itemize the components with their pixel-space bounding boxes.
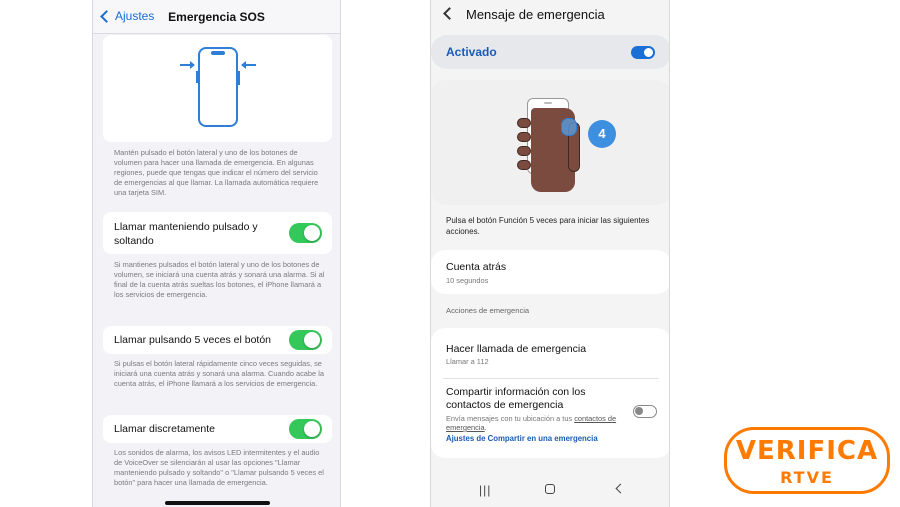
logo-line-2: RTVE: [780, 468, 834, 487]
back-icon[interactable]: [615, 483, 626, 494]
master-switch-toggle[interactable]: [631, 46, 655, 59]
share-info-title: Compartir información con los contactos …: [446, 386, 586, 411]
emergency-actions-card: Hacer llamada de emergencia Llamar a 112…: [431, 328, 669, 458]
back-arrow-icon[interactable]: [443, 7, 456, 20]
section-header: Acciones de emergencia: [446, 306, 530, 315]
home-icon[interactable]: [545, 484, 555, 494]
master-switch-label: Activado: [446, 45, 497, 59]
share-settings-link[interactable]: Ajustes de Compartir en una emergencia: [446, 434, 598, 443]
share-info-toggle[interactable]: [633, 405, 657, 418]
page-title: Mensaje de emergencia: [466, 7, 605, 22]
android-settings-panel: Mensaje de emergencia Activado 4 Pulsa e…: [430, 0, 670, 507]
arrow-left-icon: [241, 61, 256, 69]
countdown-row[interactable]: Cuenta atrás 10 segundos: [431, 250, 669, 294]
row-footnote: Si mantienes pulsados el botón lateral y…: [114, 260, 325, 299]
call-with-hold-toggle[interactable]: [289, 223, 322, 243]
emergency-call-number: Llamar a 112: [446, 357, 489, 366]
row-footnote: Los sonidos de alarma, los avisos LED in…: [114, 448, 324, 487]
verifica-rtve-logo: VERIFICA RTVE: [724, 427, 890, 494]
press-count-badge: 4: [588, 120, 616, 148]
call-with-5-presses-toggle[interactable]: [289, 330, 322, 350]
divider: [443, 378, 659, 379]
ios-navigation-bar: Ajustes Emergencia SOS: [93, 0, 340, 34]
row-call-with-5-presses[interactable]: Llamar pulsando 5 veces el botón: [103, 326, 332, 354]
row-label: Llamar pulsando 5 veces el botón: [114, 334, 272, 346]
recents-icon[interactable]: |||: [479, 483, 491, 497]
side-key-highlight: [561, 118, 577, 136]
share-info-subtitle: Envía mensajes con tu ubicación a tus co…: [446, 414, 617, 432]
row-label: Llamar manteniendo pulsado y soltando: [114, 221, 258, 247]
home-indicator: [165, 501, 270, 505]
feature-description: Pulsa el botón Función 5 veces para inic…: [446, 216, 650, 236]
emergency-call-title: Hacer llamada de emergencia: [446, 343, 587, 355]
countdown-value: 10 segundos: [446, 276, 489, 285]
android-navigation-bar: |||: [431, 471, 669, 507]
page-title: Emergencia SOS: [168, 10, 265, 24]
row-call-quietly[interactable]: Llamar discretamente: [103, 415, 332, 443]
ios-settings-panel: Ajustes Emergencia SOS Mantén pulsado el…: [92, 0, 341, 507]
master-switch-row[interactable]: Activado: [431, 35, 669, 69]
call-quietly-toggle[interactable]: [289, 419, 322, 439]
arrow-right-icon: [180, 61, 195, 69]
logo-line-1: VERIFICA: [735, 436, 879, 466]
countdown-title: Cuenta atrás: [446, 261, 507, 273]
row-footnote: Si pulsas el botón lateral rápidamente c…: [114, 359, 324, 388]
row-call-with-hold-and-release[interactable]: Llamar manteniendo pulsado y soltando: [103, 212, 332, 254]
row-label: Llamar discretamente: [114, 423, 215, 435]
sos-footnote: Mantén pulsado el botón lateral y uno de…: [114, 148, 319, 197]
iphone-outline-icon: [196, 47, 240, 127]
side-buttons-illustration: [103, 35, 332, 142]
